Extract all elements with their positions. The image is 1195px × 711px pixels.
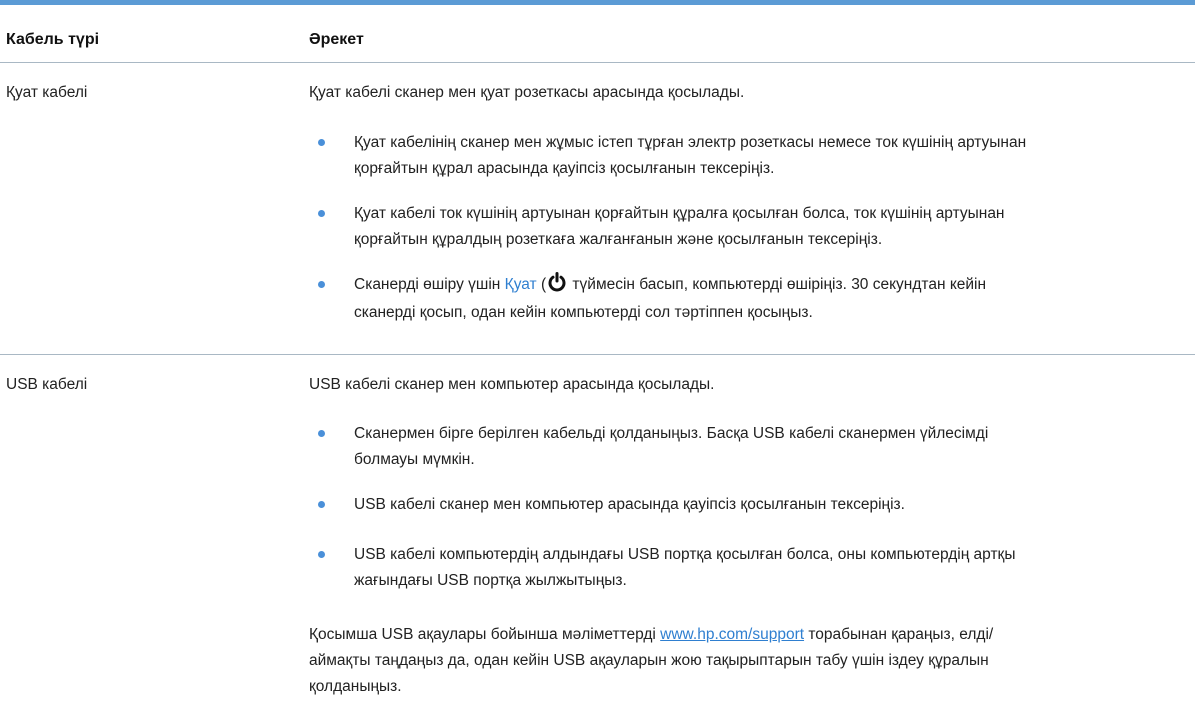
header-action: Әрекет <box>309 31 364 48</box>
footer-text: торабынан қараңыз, елді/ <box>804 626 994 643</box>
bullet-icon <box>318 210 325 217</box>
bullet-line: USB кабелі компьютердің алдындағы USB по… <box>354 546 1016 563</box>
bullet-line: Сканермен бірге берілген кабельді қолдан… <box>354 425 989 442</box>
footer-line: аймақты таңдаңыз да, одан кейін USB ақау… <box>309 652 989 669</box>
header-cable-type: Кабель түрі <box>6 31 100 48</box>
bullet-text: ( <box>536 276 547 293</box>
bullet-icon <box>318 501 325 508</box>
support-link[interactable]: www.hp.com/support <box>660 626 804 643</box>
row-divider <box>0 354 1195 355</box>
bullet-text: түймесін басып, компьютерді өшіріңіз. 30… <box>568 276 987 293</box>
footer-line: қолданыңыз. <box>309 678 402 695</box>
bullet-text: Сканерді өшіру үшін <box>354 276 505 293</box>
bullet-line: Қуат кабелінің сканер мен жұмыс істеп тұ… <box>354 134 1027 151</box>
power-icon <box>548 272 566 292</box>
bullet-line: қорғайтын құралдың розеткаға жалғанғанын… <box>354 231 883 248</box>
bullet-line: болмауы мүмкін. <box>354 451 475 468</box>
row-intro: Қуат кабелі сканер мен қуат розеткасы ар… <box>309 84 745 101</box>
footer-line: Қосымша USB ақаулары бойынша мәліметтерд… <box>309 622 993 648</box>
bullet-line: USB кабелі сканер мен компьютер арасында… <box>354 496 905 513</box>
bullet-line: Қуат кабелі ток күшінің артуынан қорғайт… <box>354 205 1005 222</box>
header-divider <box>0 62 1195 63</box>
bullet-line: сканерді қосып, одан кейін компьютерді с… <box>354 304 813 321</box>
table-header: Кабель түрі Әрекет <box>0 5 1195 62</box>
bullet-icon <box>318 430 325 437</box>
bullet-line: қорғайтын құрал арасында қауіпсіз қосылғ… <box>354 160 775 177</box>
bullet-line: Сканерді өшіру үшін Қуат ( түймесін басы… <box>354 272 986 298</box>
row-intro: USB кабелі сканер мен компьютер арасында… <box>309 376 715 393</box>
bullet-icon <box>318 281 325 288</box>
footer-text: Қосымша USB ақаулары бойынша мәліметтерд… <box>309 626 661 643</box>
bullet-icon <box>318 551 325 558</box>
cell-cable-type: USB кабелі <box>6 376 88 393</box>
power-button-link[interactable]: Қуат <box>505 276 537 293</box>
bullet-line: жағындағы USB портқа жылжытыңыз. <box>354 572 627 589</box>
bullet-icon <box>318 139 325 146</box>
cell-cable-type: Қуат кабелі <box>6 84 88 101</box>
